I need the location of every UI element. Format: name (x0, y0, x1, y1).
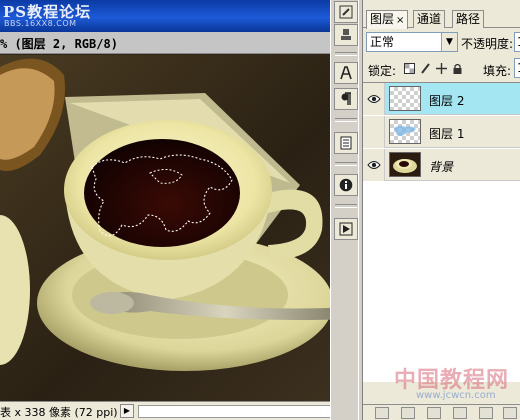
actions-panel-button[interactable] (334, 218, 358, 240)
paragraph-icon (341, 92, 351, 105)
new-layer-icon[interactable] (503, 407, 517, 419)
close-icon[interactable]: × (396, 15, 404, 26)
layer-row[interactable]: 图层 1 (363, 116, 520, 148)
fill-label: 填充: (483, 64, 512, 78)
add-mask-icon[interactable] (427, 407, 441, 419)
world-map-thumbnail-icon (394, 125, 416, 136)
layer-comps-button[interactable] (334, 132, 358, 154)
layer-list: 图层 2 图层 1 背景 (363, 82, 520, 382)
visibility-toggle[interactable] (363, 116, 385, 148)
tab-layers-label: 图层 (370, 12, 395, 26)
layer-style-icon[interactable] (401, 407, 415, 419)
chevron-down-icon[interactable]: ▼ (441, 33, 457, 51)
layer-thumbnail (389, 86, 421, 111)
tab-channels[interactable]: 通道 (413, 10, 446, 28)
dock-grip[interactable] (335, 204, 357, 208)
image-canvas[interactable] (0, 55, 358, 401)
document-status-bar: 表 x 338 像素 (72 ppi) ▶ (0, 401, 358, 420)
lock-pixels-icon[interactable] (419, 62, 432, 75)
lock-all-icon[interactable] (451, 62, 464, 75)
horizontal-scrollbar[interactable] (138, 405, 356, 418)
dock-grip[interactable] (335, 52, 357, 56)
visibility-toggle[interactable] (363, 149, 385, 181)
eye-icon (366, 161, 381, 169)
layer-name[interactable]: 图层 1 (429, 125, 464, 142)
dock-grip[interactable] (335, 162, 357, 166)
status-menu-button[interactable]: ▶ (120, 404, 134, 418)
clone-source-button[interactable] (334, 24, 358, 46)
document-size-status: 表 x 338 像素 (72 ppi) (0, 406, 118, 419)
opacity-label: 不透明度: (461, 37, 514, 51)
layer-name[interactable]: 背景 (429, 158, 453, 175)
info-panel-button[interactable] (334, 174, 358, 196)
lock-transparent-icon[interactable] (403, 62, 416, 75)
layer-row[interactable]: 图层 2 (363, 83, 520, 115)
panel-dock (330, 0, 360, 420)
site-watermark-url: www.jcwcn.com (416, 390, 496, 401)
tab-paths-label: 路径 (456, 12, 481, 26)
layer-row[interactable]: 背景 (363, 149, 520, 181)
layer-thumbnail (389, 119, 421, 144)
play-icon (339, 222, 353, 236)
tab-channels-label: 通道 (417, 12, 442, 26)
layer-name[interactable]: 图层 2 (429, 92, 464, 109)
blend-mode-value: 正常 (370, 35, 395, 49)
panel-footer (363, 404, 520, 420)
new-group-icon[interactable] (479, 407, 493, 419)
document-title-bar[interactable]: PS教程论坛 BBS.16XX8.COM (0, 0, 358, 32)
stamp-icon (341, 29, 351, 40)
brush-preset-button[interactable] (334, 1, 358, 23)
tab-paths[interactable]: 路径 (452, 10, 485, 28)
layers-panel: 图层× 通道 路径 正常 ▼ 不透明度: 1 锁定: 填充: 1 (362, 0, 520, 420)
lock-label: 锁定: (368, 64, 397, 78)
blend-mode-select[interactable]: 正常 ▼ (366, 32, 458, 52)
layer-comps-icon (340, 136, 352, 150)
forum-watermark-url: BBS.16XX8.COM (4, 19, 77, 28)
visibility-toggle[interactable] (363, 83, 385, 115)
link-layers-icon[interactable] (375, 407, 389, 419)
adjustment-layer-icon[interactable] (453, 407, 467, 419)
character-panel-button[interactable] (334, 62, 358, 84)
coffee-thumbnail-icon (393, 159, 417, 173)
fill-input[interactable]: 1 (514, 58, 520, 78)
lock-position-icon[interactable] (435, 62, 448, 75)
tab-layers[interactable]: 图层 × (366, 10, 409, 29)
dock-grip[interactable] (335, 118, 357, 122)
eye-icon (366, 95, 381, 103)
document-window: PS教程论坛 BBS.16XX8.COM % (图层 2, RGB/8) 表 x… (0, 0, 358, 420)
document-info: % (图层 2, RGB/8) (0, 37, 118, 51)
opacity-input[interactable]: 1 (514, 32, 520, 52)
brush-icon (339, 5, 353, 19)
character-icon (340, 66, 352, 80)
info-icon (339, 178, 353, 192)
document-info-bar[interactable]: % (图层 2, RGB/8) (0, 32, 358, 54)
paragraph-panel-button[interactable] (334, 88, 358, 110)
panel-tabs: 图层 × 通道 路径 (363, 8, 520, 29)
layer-thumbnail (389, 152, 421, 177)
